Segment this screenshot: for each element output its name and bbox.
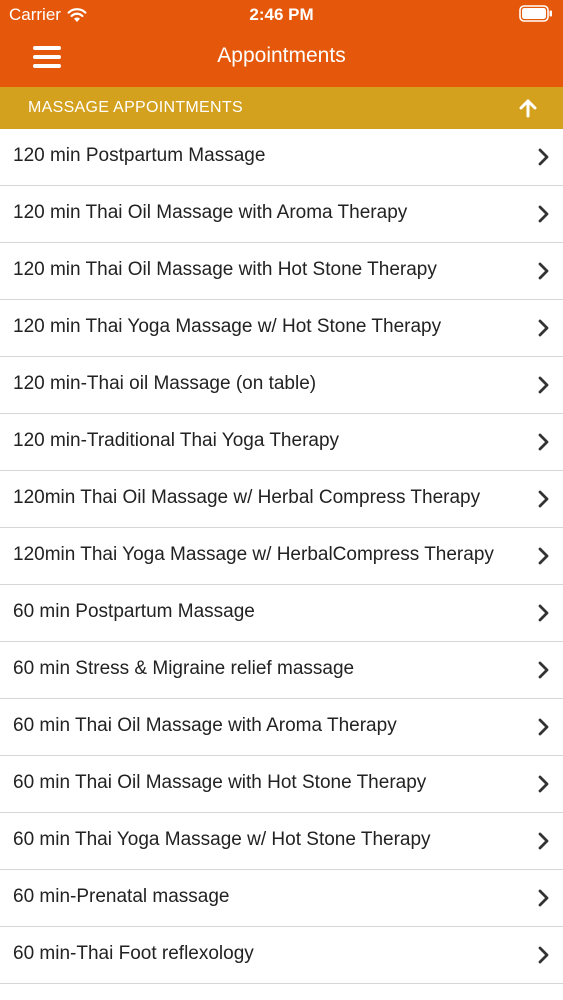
appointment-label: 120 min-Traditional Thai Yoga Therapy [13,430,340,451]
section-header[interactable]: MASSAGE APPOINTMENTS [0,87,563,129]
appointment-label: 60 min-Prenatal massage [13,886,230,907]
appointment-label: 60 min Thai Yoga Massage w/ Hot Stone Th… [13,829,431,850]
chevron-right-icon [538,832,549,850]
appointment-label: 120 min Thai Yoga Massage w/ Hot Stone T… [13,316,442,337]
page-title: Appointments [217,44,346,67]
arrow-up-icon[interactable] [517,97,539,119]
battery-icon [519,5,552,22]
appointment-label: 120 min Thai Oil Massage with Hot Stone … [13,259,437,280]
appointment-row[interactable]: 60 min Thai Oil Massage with Hot Stone T… [0,756,563,813]
appointment-label: 60 min-Thai Foot reflexology [13,943,254,964]
appointment-label: 120 min Postpartum Massage [13,145,266,166]
chevron-right-icon [538,889,549,907]
appointment-label: 60 min Stress & Migraine relief massage [13,658,355,679]
appointment-row[interactable]: 120min Thai Yoga Massage w/ HerbalCompre… [0,528,563,585]
status-time: 2:46 PM [249,5,314,24]
top-bar: Carrier 2:46 PM Appointments [0,0,563,87]
chevron-right-icon [538,718,549,736]
appointment-row[interactable]: 60 min Stress & Migraine relief massage [0,642,563,699]
chevron-right-icon [538,547,549,565]
chevron-right-icon [538,490,549,508]
appointment-row[interactable]: 120 min-Traditional Thai Yoga Therapy [0,414,563,471]
chevron-right-icon [538,148,549,166]
appointment-row[interactable]: 120 min Thai Oil Massage with Hot Stone … [0,243,563,300]
appointment-row[interactable]: 60 min Postpartum Massage [0,585,563,642]
appointment-label: 60 min Thai Oil Massage with Hot Stone T… [13,772,427,793]
chevron-right-icon [538,319,549,337]
appointment-label: 60 min Postpartum Massage [13,601,255,622]
appointment-row[interactable]: 60 min Thai Oil Massage with Aroma Thera… [0,699,563,756]
appointment-label: 120 min Thai Oil Massage with Aroma Ther… [13,202,408,223]
appointment-label: 120 min-Thai oil Massage (on table) [13,373,317,394]
appointment-row[interactable]: 60 min-Prenatal massage [0,870,563,927]
appointment-label: 120min Thai Yoga Massage w/ HerbalCompre… [13,544,494,565]
chevron-right-icon [538,376,549,394]
navigation-bar: Appointments [0,28,563,87]
chevron-right-icon [538,661,549,679]
status-bar: Carrier 2:46 PM [0,0,563,28]
appointment-row[interactable]: 60 min-Thai Foot reflexology [0,927,563,984]
chevron-right-icon [538,205,549,223]
section-title: MASSAGE APPOINTMENTS [28,99,243,116]
appointment-label: 60 min Thai Oil Massage with Aroma Thera… [13,715,397,736]
chevron-right-icon [538,262,549,280]
appointment-list: 120 min Postpartum Massage 120 min Thai … [0,129,563,984]
appointment-row[interactable]: 120 min-Thai oil Massage (on table) [0,357,563,414]
chevron-right-icon [538,604,549,622]
appointments-screen: Carrier 2:46 PM Appointments MASSAGE APP… [0,0,563,1000]
appointment-row[interactable]: 120min Thai Oil Massage w/ Herbal Compre… [0,471,563,528]
appointment-row[interactable]: 60 min Thai Yoga Massage w/ Hot Stone Th… [0,813,563,870]
appointment-row[interactable]: 120 min Thai Yoga Massage w/ Hot Stone T… [0,300,563,357]
appointment-row[interactable]: 120 min Thai Oil Massage with Aroma Ther… [0,186,563,243]
appointment-row[interactable]: 120 min Postpartum Massage [0,129,563,186]
chevron-right-icon [538,946,549,964]
chevron-right-icon [538,433,549,451]
chevron-right-icon [538,775,549,793]
appointment-label: 120min Thai Oil Massage w/ Herbal Compre… [13,487,481,508]
